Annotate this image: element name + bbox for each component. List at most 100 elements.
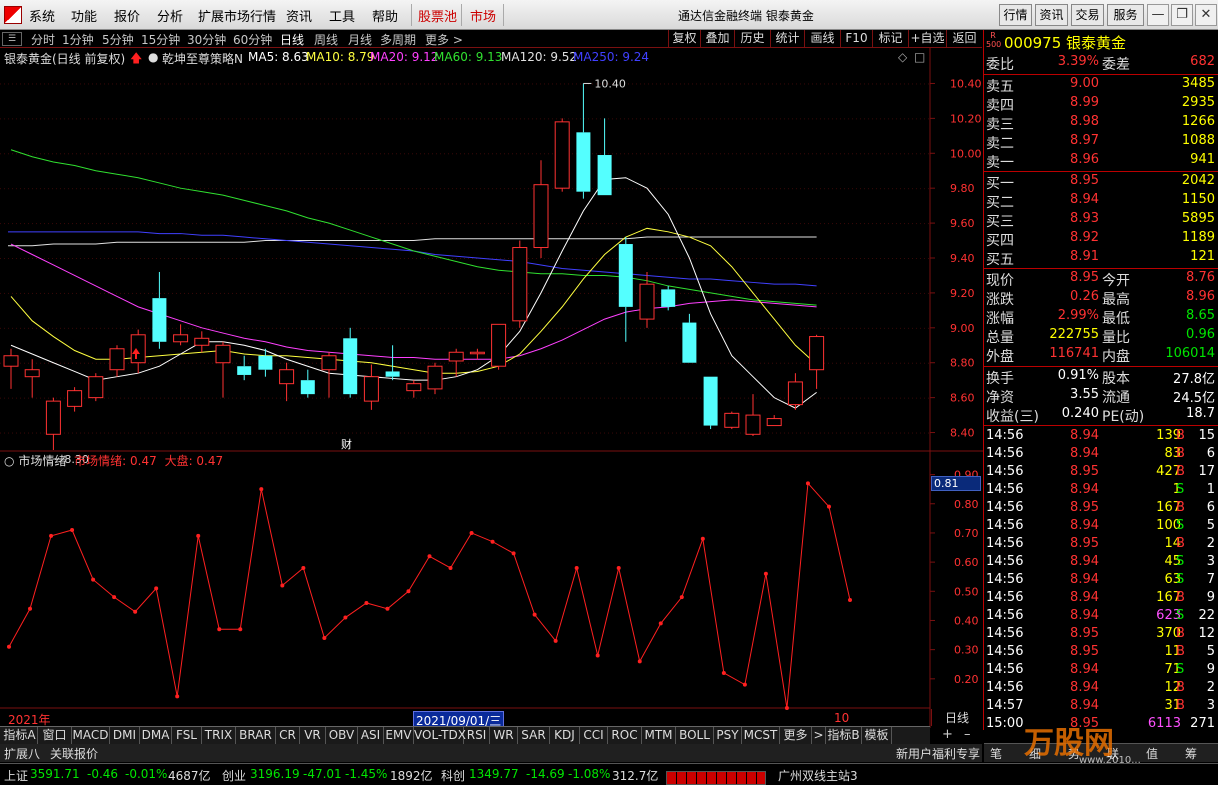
menu-stock-pool[interactable]: 股票池 bbox=[418, 6, 457, 25]
grid-dot bbox=[444, 188, 445, 190]
menu-quote[interactable]: 报价 bbox=[114, 6, 140, 25]
grid-dot bbox=[12, 397, 13, 399]
indicator-tab[interactable]: DMI bbox=[110, 727, 140, 745]
ext-tab-related[interactable]: 关联报价 bbox=[50, 745, 98, 762]
server-name[interactable]: 广州双线主站3 bbox=[778, 767, 858, 784]
kline-chart[interactable]: 10.4010.2010.009.809.609.409.209.008.808… bbox=[0, 48, 983, 728]
tool-overlay[interactable]: 叠加 bbox=[700, 30, 734, 48]
grid-dot bbox=[868, 223, 869, 225]
indicator-tab[interactable]: PSY bbox=[714, 727, 742, 745]
sh-index-name[interactable]: 上证 bbox=[4, 767, 28, 784]
indicator-tab[interactable]: MTM bbox=[642, 727, 676, 745]
indicator-tab[interactable]: KDJ bbox=[550, 727, 580, 745]
grid-dot bbox=[588, 432, 589, 434]
grid-dot bbox=[296, 118, 297, 120]
ext-tab-8[interactable]: 扩展八 bbox=[4, 745, 40, 762]
trade-button[interactable]: 交易 bbox=[1071, 4, 1104, 26]
indicator-tab[interactable]: 窗口 bbox=[38, 727, 72, 745]
sentiment-point bbox=[658, 621, 663, 626]
service-button[interactable]: 服务 bbox=[1107, 4, 1144, 26]
indicator-tab[interactable]: OBV bbox=[326, 727, 358, 745]
menu-function[interactable]: 功能 bbox=[71, 6, 97, 25]
tool-adjust[interactable]: 复权 bbox=[668, 30, 700, 48]
period-5min[interactable]: 5分钟 bbox=[102, 31, 134, 48]
grid-dot bbox=[592, 432, 593, 434]
tool-history[interactable]: 历史 bbox=[734, 30, 770, 48]
grid-dot bbox=[668, 432, 669, 434]
period-more[interactable]: 更多 > bbox=[425, 31, 463, 48]
indicator-tab[interactable]: 模板 bbox=[862, 727, 892, 745]
indicator-tab[interactable]: DMA bbox=[140, 727, 172, 745]
period-30min[interactable]: 30分钟 bbox=[187, 31, 226, 48]
period-multi[interactable]: 多周期 bbox=[380, 31, 416, 48]
grid-dot bbox=[332, 432, 333, 434]
indicator-tab[interactable]: BRAR bbox=[236, 727, 276, 745]
grid-dot bbox=[596, 153, 597, 155]
period-1min[interactable]: 1分钟 bbox=[62, 31, 94, 48]
menu-analysis[interactable]: 分析 bbox=[157, 6, 183, 25]
indicator-tab[interactable]: WR bbox=[490, 727, 518, 745]
menu-market[interactable]: 市场 bbox=[470, 6, 496, 25]
indicator-tab[interactable]: 指标A bbox=[2, 727, 38, 745]
minimize-icon[interactable]: — bbox=[1147, 4, 1169, 26]
indicator-tab[interactable]: CR bbox=[276, 727, 300, 745]
indicator-tab[interactable]: BOLL bbox=[676, 727, 714, 745]
period-weekly[interactable]: 周线 bbox=[314, 31, 338, 48]
close-icon[interactable]: ✕ bbox=[1195, 4, 1217, 26]
indicator-tab[interactable]: CCI bbox=[580, 727, 608, 745]
tool-back[interactable]: 返回 bbox=[946, 30, 982, 48]
grid-dot bbox=[168, 327, 169, 329]
indicator-collapse-icon[interactable]: ○ bbox=[4, 454, 14, 468]
tool-mark[interactable]: 标记 bbox=[872, 30, 908, 48]
welfare-link[interactable]: 新用户福利专享 bbox=[896, 745, 980, 762]
period-indicator-label[interactable]: 日线 bbox=[931, 709, 982, 726]
indicator-tab[interactable]: RSI bbox=[464, 727, 490, 745]
finance-event-marker: 财 bbox=[341, 437, 352, 451]
indicator-tab[interactable]: MACD bbox=[72, 727, 110, 745]
tool-add-favorite[interactable]: +自选 bbox=[908, 30, 946, 48]
quote-tab[interactable]: 笔 bbox=[990, 745, 1002, 762]
period-15min[interactable]: 15分钟 bbox=[141, 31, 180, 48]
zoom-in-icon[interactable]: + bbox=[942, 727, 953, 742]
zoom-out-icon[interactable]: – bbox=[964, 727, 971, 742]
grid-dot bbox=[780, 432, 781, 434]
indicator-tab[interactable]: MCST bbox=[742, 727, 780, 745]
menu-help[interactable]: 帮助 bbox=[372, 6, 398, 25]
restore-icon[interactable]: ❐ bbox=[1171, 4, 1193, 26]
tool-draw[interactable]: 画线 bbox=[804, 30, 840, 48]
news-button[interactable]: 资讯 bbox=[1035, 4, 1068, 26]
indicator-tab[interactable]: ROC bbox=[608, 727, 642, 745]
tool-f10[interactable]: F10 bbox=[840, 30, 872, 48]
quote-button[interactable]: 行情 bbox=[999, 4, 1032, 26]
tick-price: 8.95 bbox=[1070, 626, 1099, 641]
indicator-tab[interactable]: SAR bbox=[518, 727, 550, 745]
grid-dot bbox=[724, 362, 725, 364]
indicator-tab[interactable]: FSL bbox=[172, 727, 202, 745]
period-daily[interactable]: 日线 bbox=[280, 31, 304, 48]
indicator-tab[interactable]: VOL-TDX bbox=[414, 727, 466, 745]
menu-tools[interactable]: 工具 bbox=[329, 6, 355, 25]
indicator-tab[interactable]: VR bbox=[300, 727, 326, 745]
menu-info[interactable]: 资讯 bbox=[286, 6, 312, 25]
cy-index-name[interactable]: 创业 bbox=[222, 767, 246, 784]
indicator-tab[interactable]: 更多 bbox=[780, 727, 812, 745]
indicator-tab[interactable]: EMV bbox=[384, 727, 414, 745]
menu-system[interactable]: 系统 bbox=[29, 6, 55, 25]
grid-dot bbox=[48, 362, 49, 364]
grid-dot bbox=[316, 83, 317, 85]
tool-statistics[interactable]: 统计 bbox=[770, 30, 804, 48]
indicator-tab[interactable]: TRIX bbox=[202, 727, 236, 745]
grid-dot bbox=[336, 223, 337, 225]
tabs-next-icon[interactable]: > bbox=[812, 727, 826, 745]
kc-index-name[interactable]: 科创 bbox=[441, 767, 465, 784]
indicator-tab[interactable]: 指标B bbox=[826, 727, 862, 745]
grid-dot bbox=[924, 432, 925, 434]
period-monthly[interactable]: 月线 bbox=[348, 31, 372, 48]
period-timeshare[interactable]: 分时 bbox=[31, 31, 55, 48]
period-60min[interactable]: 60分钟 bbox=[233, 31, 272, 48]
indicator-tab[interactable]: ASI bbox=[358, 727, 384, 745]
menu-extended-market[interactable]: 扩展市场行情 bbox=[198, 6, 276, 25]
grid-dot bbox=[452, 223, 453, 225]
grid-dot bbox=[256, 327, 257, 329]
indicator-name[interactable]: 市场情绪 bbox=[18, 454, 66, 468]
